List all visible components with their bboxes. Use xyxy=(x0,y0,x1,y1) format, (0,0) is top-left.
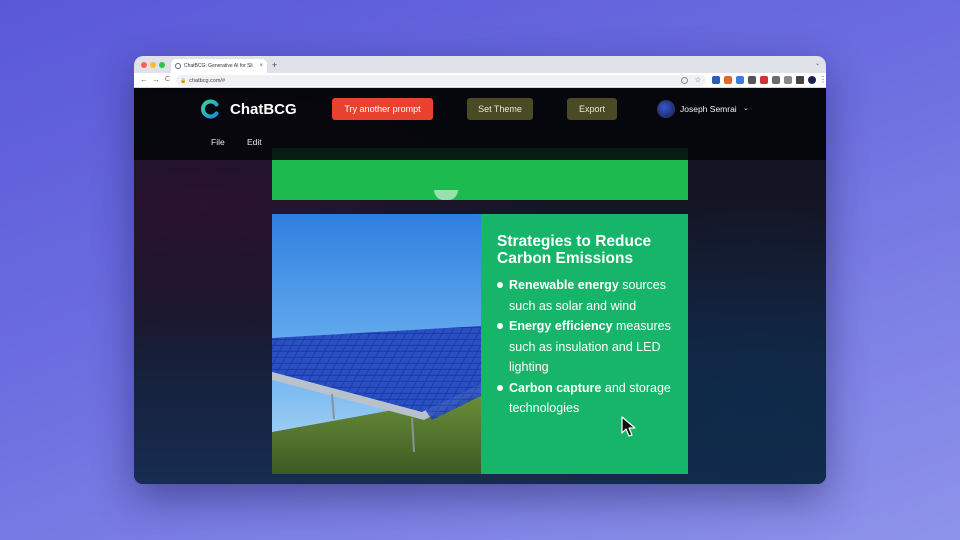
puzzle-icon[interactable] xyxy=(784,76,792,84)
extension-icon-1[interactable] xyxy=(712,76,720,84)
extension-icon-2[interactable] xyxy=(724,76,732,84)
chevron-down-icon[interactable]: ⌄ xyxy=(743,104,749,112)
lock-icon: 🔒 xyxy=(180,77,187,84)
browser-window: ChatBCG: Generative AI for Sli × + ⌄ ← →… xyxy=(134,56,826,484)
browser-tab-chatbcg[interactable]: ChatBCG: Generative AI for Sli × xyxy=(171,59,267,73)
extension-icon-4[interactable] xyxy=(748,76,756,84)
set-theme-button[interactable]: Set Theme xyxy=(467,98,533,120)
user-avatar[interactable] xyxy=(657,100,675,118)
kebab-menu-icon[interactable]: ⋮ xyxy=(819,75,826,84)
new-tab-button[interactable]: + xyxy=(272,59,277,71)
menu-edit[interactable]: Edit xyxy=(247,137,262,147)
export-button[interactable]: Export xyxy=(567,98,617,120)
try-another-prompt-button[interactable]: Try another prompt xyxy=(332,98,433,120)
slide-text-panel: Strategies to Reduce Carbon Emissions Re… xyxy=(481,214,688,474)
user-name[interactable]: Joseph Semrai xyxy=(680,104,737,114)
profile-avatar-icon[interactable] xyxy=(808,76,816,84)
minimize-window-icon[interactable] xyxy=(150,62,156,68)
bullet-bold-text: Renewable energy xyxy=(509,278,619,292)
tab-search-icon[interactable]: ⌄ xyxy=(815,60,820,67)
bookmark-star-icon[interactable]: ☆ xyxy=(695,76,701,84)
sidebar-icon[interactable] xyxy=(796,76,804,84)
forward-button[interactable]: → xyxy=(152,75,160,85)
slide-heading: Strategies to Reduce Carbon Emissions xyxy=(497,233,652,267)
menu-file[interactable]: File xyxy=(211,137,225,147)
zoom-icon[interactable] xyxy=(681,77,688,84)
bullet-bold-text: Carbon capture xyxy=(509,380,602,395)
app-header: ChatBCG Try another prompt Set Theme Exp… xyxy=(134,88,826,160)
maximize-window-icon[interactable] xyxy=(159,62,165,68)
close-window-icon[interactable] xyxy=(141,62,147,68)
extension-icon-5[interactable] xyxy=(760,76,768,84)
slide-graphic-fragment xyxy=(434,190,458,200)
solar-panel-photo xyxy=(272,214,481,474)
url-input[interactable]: 🔒 chatbcg.com/# ☆ xyxy=(176,75,706,86)
tab-close-icon[interactable]: × xyxy=(259,63,263,69)
app-viewport: ChatBCG Try another prompt Set Theme Exp… xyxy=(134,88,826,484)
chatbcg-logo-icon xyxy=(201,99,219,119)
back-button[interactable]: ← xyxy=(140,75,148,85)
extension-icon-3[interactable] xyxy=(736,76,744,84)
list-item: Energy efficiency measures such as insul… xyxy=(497,316,674,378)
reload-button[interactable]: C xyxy=(165,75,170,85)
tab-title: ChatBCG: Generative AI for Sli xyxy=(184,63,253,69)
app-logo-text[interactable]: ChatBCG xyxy=(230,101,297,118)
bullet-bold-text: Energy efficiency xyxy=(509,319,613,333)
browser-address-bar: ← → C 🔒 chatbcg.com/# ☆ ⋮ xyxy=(134,73,826,88)
url-text: chatbcg.com/# xyxy=(189,77,226,84)
list-item: Carbon capture and storage technologies xyxy=(497,378,674,419)
browser-tab-bar: ChatBCG: Generative AI for Sli × + ⌄ xyxy=(134,56,826,73)
mouse-pointer-icon xyxy=(621,416,636,437)
list-item: Renewable energy sources such as solar a… xyxy=(497,275,674,316)
tab-favicon-icon xyxy=(175,63,181,69)
extension-icon-6[interactable] xyxy=(772,76,780,84)
